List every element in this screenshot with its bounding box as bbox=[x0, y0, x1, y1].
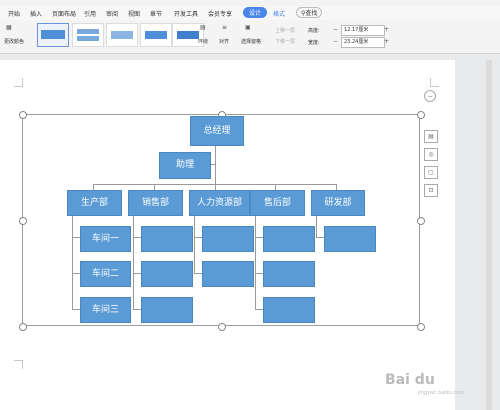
align-button[interactable]: 对齐 bbox=[219, 38, 229, 45]
connector bbox=[215, 144, 216, 184]
search-box[interactable]: ⚲查找 bbox=[296, 7, 323, 18]
ribbon-toolbar: ▦ 更改颜色 ▤ 环绕 ≡ 对齐 ▣ 选择窗格 上移一层 下移一层 高度: − … bbox=[0, 20, 500, 54]
resize-handle[interactable] bbox=[19, 111, 27, 119]
node-empty[interactable] bbox=[324, 226, 376, 252]
connector bbox=[316, 237, 324, 238]
node-empty[interactable] bbox=[202, 226, 254, 252]
resize-handle[interactable] bbox=[417, 111, 425, 119]
margin-mark bbox=[430, 78, 439, 87]
width-label: 宽度: bbox=[308, 40, 320, 46]
node-empty[interactable] bbox=[263, 297, 315, 323]
connector bbox=[72, 237, 80, 238]
height-label: 高度: bbox=[308, 28, 320, 34]
send-backward-button[interactable]: 下移一层 bbox=[275, 38, 295, 45]
node-workshop-1[interactable]: 车间一 bbox=[80, 226, 131, 252]
connector bbox=[255, 237, 263, 238]
tab-member[interactable]: 会员专享 bbox=[208, 9, 232, 18]
collapse-icon[interactable]: − bbox=[424, 90, 436, 102]
search-label: 查找 bbox=[305, 10, 318, 17]
minus-icon[interactable]: − bbox=[333, 38, 338, 45]
wrap-text-icon: ▤ bbox=[200, 24, 206, 31]
node-dept-after-sales[interactable]: 售后部 bbox=[250, 190, 305, 216]
connector bbox=[194, 214, 195, 274]
style-icon[interactable]: ◎ bbox=[424, 148, 438, 161]
bring-forward-button[interactable]: 上移一层 bbox=[275, 27, 295, 34]
resize-handle[interactable] bbox=[218, 323, 226, 331]
plus-icon[interactable]: + bbox=[384, 38, 389, 45]
layout-options-icon[interactable]: ▤ bbox=[424, 130, 438, 143]
node-dept-rnd[interactable]: 研发部 bbox=[311, 190, 365, 216]
connector bbox=[255, 273, 263, 274]
connector bbox=[133, 273, 141, 274]
connector bbox=[72, 273, 80, 274]
connector bbox=[316, 214, 317, 238]
height-field[interactable]: 12.17厘米 bbox=[341, 25, 385, 36]
tab-view[interactable]: 视图 bbox=[128, 9, 140, 18]
node-dept-sales[interactable]: 销售部 bbox=[128, 190, 183, 216]
vertical-scrollbar[interactable] bbox=[486, 60, 492, 410]
node-empty[interactable] bbox=[141, 226, 193, 252]
tab-page-layout[interactable]: 页面布局 bbox=[52, 9, 76, 18]
node-dept-production[interactable]: 生产部 bbox=[67, 190, 122, 216]
watermark-logo: Bai du bbox=[385, 372, 435, 388]
tab-references[interactable]: 引用 bbox=[84, 9, 96, 18]
node-empty[interactable] bbox=[141, 297, 193, 323]
style-thumb-1[interactable] bbox=[37, 23, 69, 47]
node-workshop-2[interactable]: 车间二 bbox=[80, 261, 131, 287]
node-empty[interactable] bbox=[263, 261, 315, 287]
connector bbox=[72, 214, 73, 310]
node-workshop-3[interactable]: 车间三 bbox=[80, 297, 131, 323]
fill-icon[interactable]: ▢ bbox=[424, 166, 438, 179]
tab-chapter[interactable]: 章节 bbox=[150, 9, 162, 18]
resize-handle[interactable] bbox=[417, 217, 425, 225]
node-empty[interactable] bbox=[263, 226, 315, 252]
connector bbox=[72, 309, 80, 310]
minus-icon[interactable]: − bbox=[333, 26, 338, 33]
align-icon: ≡ bbox=[222, 24, 228, 31]
node-assistant[interactable]: 助理 bbox=[159, 152, 211, 179]
palette-icon: ▦ bbox=[6, 24, 12, 31]
node-dept-hr[interactable]: 人力资源部 bbox=[189, 190, 250, 216]
ribbon-tab-bar: 开始 插入 页面布局 引用 审阅 视图 章节 开发工具 会员专享 设计 格式 ⚲… bbox=[0, 6, 500, 20]
node-empty[interactable] bbox=[141, 261, 193, 287]
width-field[interactable]: 23.24厘米 bbox=[341, 37, 385, 48]
resize-handle[interactable] bbox=[19, 217, 27, 225]
style-thumb-3[interactable] bbox=[106, 23, 138, 47]
connector bbox=[255, 309, 263, 310]
connector bbox=[133, 237, 141, 238]
selection-pane-icon: ▣ bbox=[245, 24, 251, 31]
connector bbox=[194, 237, 202, 238]
resize-handle[interactable] bbox=[417, 323, 425, 331]
tab-design[interactable]: 设计 bbox=[243, 7, 268, 18]
node-empty[interactable] bbox=[202, 261, 254, 287]
resize-handle[interactable] bbox=[19, 323, 27, 331]
margin-mark bbox=[14, 360, 23, 369]
style-thumb-2[interactable] bbox=[72, 23, 104, 47]
style-thumb-4[interactable] bbox=[140, 23, 172, 47]
node-general-manager[interactable]: 总经理 bbox=[190, 116, 244, 146]
connector bbox=[194, 273, 202, 274]
connector bbox=[255, 214, 256, 310]
tab-developer[interactable]: 开发工具 bbox=[174, 9, 198, 18]
tab-start[interactable]: 开始 bbox=[8, 9, 20, 18]
selection-pane-button[interactable]: 选择窗格 bbox=[241, 38, 261, 45]
crop-icon[interactable]: ⊡ bbox=[424, 184, 438, 197]
tab-review[interactable]: 审阅 bbox=[106, 9, 118, 18]
tab-format[interactable]: 格式 bbox=[273, 9, 285, 18]
watermark-url: jingyan.baidu.com bbox=[418, 390, 465, 396]
tab-insert[interactable]: 插入 bbox=[30, 9, 42, 18]
margin-mark bbox=[14, 78, 23, 87]
plus-icon[interactable]: + bbox=[384, 26, 389, 33]
change-color-button[interactable]: 更改颜色 bbox=[4, 38, 24, 45]
wrap-button[interactable]: 环绕 bbox=[198, 38, 208, 45]
connector bbox=[133, 309, 141, 310]
connector bbox=[133, 214, 134, 310]
